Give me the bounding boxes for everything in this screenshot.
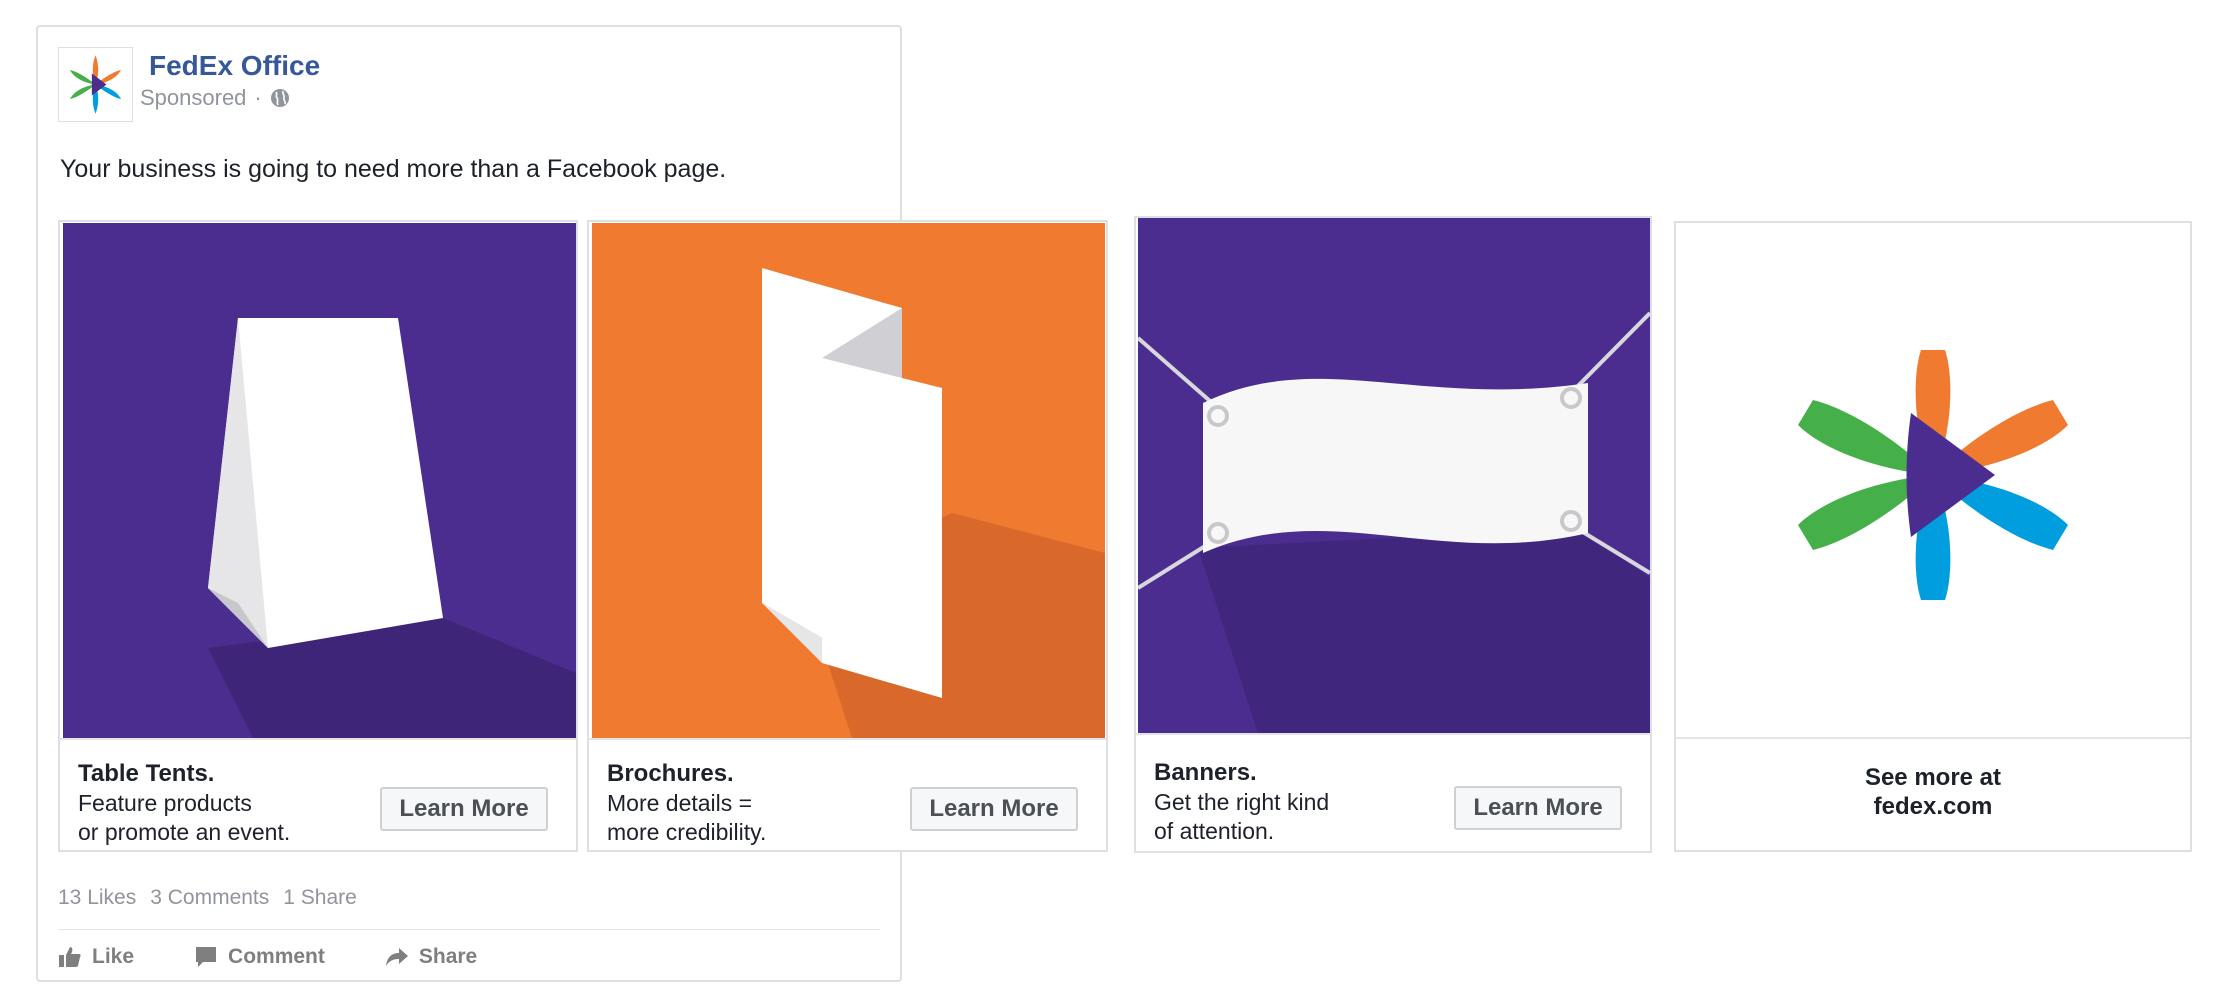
comment-label: Comment	[228, 945, 325, 968]
actions-divider	[58, 929, 880, 930]
comment-button[interactable]: Comment	[194, 945, 325, 969]
card-divider	[60, 738, 576, 740]
fedex-asterisk-logo	[69, 55, 122, 114]
learn-more-button[interactable]: Learn More	[380, 787, 548, 831]
carousel-card-table-tents[interactable]: Table Tents. Feature products or promote…	[58, 220, 578, 852]
carousel-card-brochures[interactable]: Brochures. More details = more credibili…	[587, 220, 1108, 852]
see-more-url: fedex.com	[1873, 793, 1993, 820]
table-tent-illustration[interactable]	[63, 223, 576, 738]
card-description-line: More details =	[607, 790, 753, 816]
learn-more-button[interactable]: Learn More	[910, 787, 1078, 831]
comments-count[interactable]: 3 Comments	[150, 886, 269, 910]
card-description-line: or promote an event.	[78, 819, 291, 845]
card-divider	[1136, 733, 1650, 735]
card-description-line: more credibility.	[607, 819, 767, 845]
card-description: More details = more credibility.	[607, 789, 867, 847]
likes-count[interactable]: 13 Likes	[58, 886, 136, 910]
separator-dot: ·	[254, 85, 262, 110]
fedex-asterisk-logo	[1676, 223, 2190, 737]
card-title: Banners.	[1154, 759, 1257, 786]
card-description-line: Feature products	[78, 790, 252, 816]
card-title: Table Tents.	[78, 760, 215, 787]
banner-illustration[interactable]	[1138, 218, 1650, 733]
learn-more-button[interactable]: Learn More	[1454, 786, 1622, 830]
post-message: Your business is going to need more than…	[60, 155, 727, 183]
share-label: Share	[418, 945, 478, 968]
see-more-line: See more at	[1864, 764, 2002, 791]
card-divider	[1676, 737, 2190, 739]
like-button[interactable]: Like	[58, 945, 134, 969]
fedex-logo-panel[interactable]	[1676, 223, 2190, 737]
engagement-stats: 13 Likes 3 Comments 1 Share	[58, 886, 357, 910]
card-title: Brochures.	[607, 760, 734, 787]
like-label: Like	[92, 945, 135, 968]
carousel-card-see-more[interactable]: See more at fedex.com	[1674, 221, 2192, 852]
brochure-illustration[interactable]	[592, 223, 1105, 738]
card-description: Get the right kind of attention.	[1154, 788, 1414, 846]
sponsored-text: Sponsored	[140, 85, 247, 110]
share-button[interactable]: Share	[385, 945, 477, 969]
sponsored-label: Sponsored ·	[140, 85, 290, 111]
card-description-line: of attention.	[1154, 818, 1275, 844]
shares-count[interactable]: 1 Share	[283, 886, 357, 910]
thumbs-up-icon	[59, 947, 81, 967]
card-divider	[589, 738, 1106, 740]
carousel-card-banners[interactable]: Banners. Get the right kind of attention…	[1134, 216, 1652, 853]
page-avatar[interactable]	[58, 47, 133, 122]
card-description-line: Get the right kind	[1154, 789, 1330, 815]
page-name-link[interactable]: FedEx Office	[149, 50, 320, 82]
card-description: Feature products or promote an event.	[78, 789, 338, 847]
globe-icon[interactable]	[270, 88, 290, 108]
comment-icon	[196, 947, 217, 967]
post-actions: Like Comment Share	[58, 945, 477, 969]
share-arrow-icon	[385, 948, 408, 966]
see-more-link[interactable]: See more at fedex.com	[1676, 763, 2190, 821]
